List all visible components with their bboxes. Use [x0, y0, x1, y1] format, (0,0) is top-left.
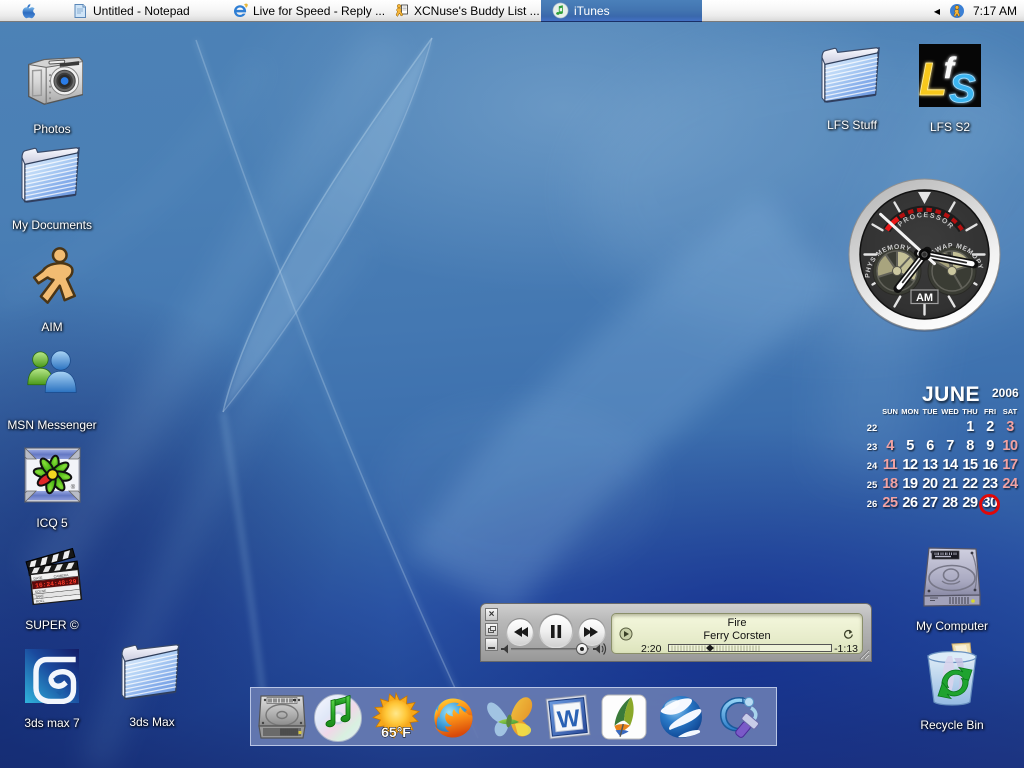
svg-text:W: W — [556, 705, 582, 734]
svg-text:®: ® — [70, 484, 75, 491]
svg-text:65°F: 65°F — [381, 724, 411, 740]
svg-text:S: S — [949, 67, 976, 108]
svg-text:L: L — [919, 53, 947, 105]
svg-text:AM: AM — [916, 292, 933, 304]
